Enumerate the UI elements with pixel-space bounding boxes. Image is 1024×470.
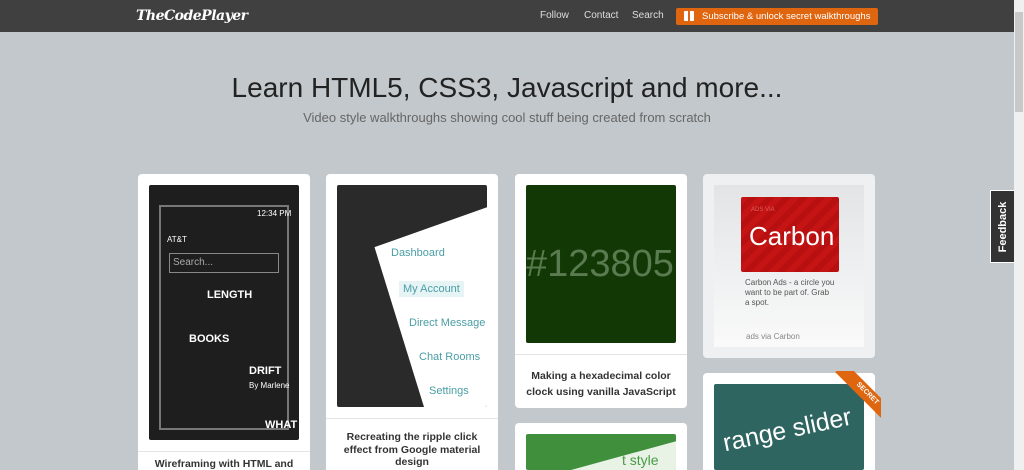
secret-ribbon: SECRET bbox=[821, 371, 881, 427]
nav-contact[interactable]: Contact bbox=[584, 10, 618, 21]
subscribe-label: Subscribe & unlock secret walkthroughs bbox=[702, 11, 871, 22]
walkthrough-card[interactable]: t style bbox=[515, 423, 687, 470]
card-caption: Recreating the ripple click effect from … bbox=[343, 431, 481, 468]
ad-brand: Carbon bbox=[749, 221, 835, 251]
thumb-text: Settings bbox=[429, 385, 469, 397]
thumb-text: WHAT bbox=[265, 419, 298, 431]
walkthrough-card[interactable]: 12:34 PM AT&T Search... LENGTH BOOKS DRI… bbox=[138, 174, 310, 470]
thumb-text: AT&T bbox=[167, 235, 187, 244]
feedback-tab[interactable]: Feedback bbox=[990, 190, 1015, 263]
logo[interactable]: TheCodePlayer bbox=[136, 8, 248, 24]
divider bbox=[138, 451, 310, 452]
ad-brand-small: ADS VIA bbox=[751, 207, 775, 213]
ad-text[interactable]: Carbon Ads - a circle you want to be par… bbox=[745, 278, 835, 308]
thumb-text: DRIFT bbox=[249, 365, 282, 377]
card-thumbnail: Dashboard My Account Direct Message Chat… bbox=[337, 185, 487, 407]
carbon-logo[interactable]: ADS VIA Carbon bbox=[741, 197, 839, 272]
ad-via-link[interactable]: ads via Carbon bbox=[746, 332, 800, 341]
card-thumbnail: t style bbox=[526, 434, 676, 470]
gift-icon bbox=[684, 11, 694, 21]
subscribe-button[interactable]: Subscribe & unlock secret walkthroughs bbox=[676, 8, 878, 25]
nav-follow[interactable]: Follow bbox=[540, 10, 569, 21]
walkthrough-card[interactable]: #123805 Making a hexadecimal color clock… bbox=[515, 174, 687, 408]
thumb-text: By Marlene bbox=[249, 381, 290, 390]
thumb-text: t style bbox=[622, 452, 659, 468]
page-subtitle: Video style walkthroughs showing cool st… bbox=[303, 110, 711, 125]
thumb-text: 12:34 PM bbox=[257, 209, 292, 218]
card-thumbnail: 12:34 PM AT&T Search... LENGTH BOOKS DRI… bbox=[149, 185, 299, 440]
card-thumbnail: #123805 bbox=[526, 185, 676, 343]
page-title: Learn HTML5, CSS3, Javascript and more..… bbox=[231, 72, 783, 103]
divider bbox=[515, 354, 687, 355]
thumb-text: Chat Rooms bbox=[419, 351, 481, 363]
card-caption: Making a hexadecimal color clock using v… bbox=[526, 370, 676, 398]
scrollbar-thumb[interactable] bbox=[1015, 12, 1023, 112]
divider bbox=[326, 418, 498, 419]
walkthrough-card[interactable]: range slider SECRET bbox=[703, 371, 881, 470]
thumb-text: Search... bbox=[169, 253, 279, 273]
top-bar: TheCodePlayer Follow Contact Search Subs… bbox=[0, 0, 1014, 32]
thumb-text: LENGTH bbox=[207, 289, 253, 301]
thumb-text: BOOKS bbox=[189, 333, 230, 345]
thumb-text: Direct Message bbox=[409, 317, 486, 329]
thumb-text: Dashboard bbox=[391, 247, 445, 259]
card-caption: Wireframing with HTML and bbox=[154, 458, 294, 470]
thumb-text: My Account bbox=[399, 281, 464, 297]
carbon-ad[interactable]: ADS VIA Carbon Carbon Ads - a circle you… bbox=[703, 174, 875, 358]
feedback-label: Feedback bbox=[997, 201, 1009, 252]
scrollbar[interactable] bbox=[1014, 0, 1024, 470]
walkthrough-card[interactable]: Dashboard My Account Direct Message Chat… bbox=[326, 174, 498, 470]
secret-badge: SECRET bbox=[835, 371, 881, 426]
thumb-text: #123805 bbox=[526, 243, 674, 285]
ad-panel: ADS VIA Carbon Carbon Ads - a circle you… bbox=[714, 185, 864, 347]
nav-search[interactable]: Search bbox=[632, 10, 664, 21]
